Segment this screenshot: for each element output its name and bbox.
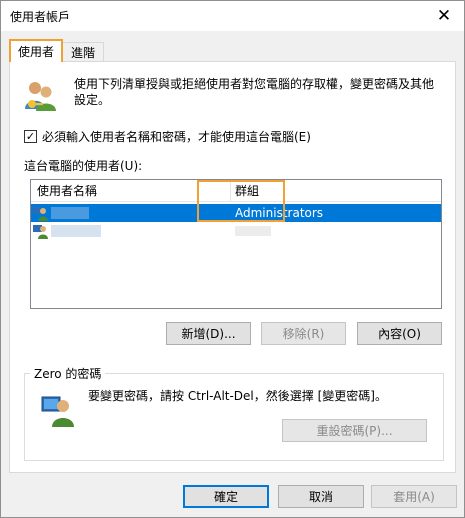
users-icon — [25, 82, 56, 111]
tab-users[interactable]: 使用者 — [9, 39, 63, 62]
tab-advanced-label: 進階 — [70, 46, 95, 60]
user-accounts-window: 使用者帳戶 ✕ 使用者 進階 使用下列清單授與或拒絕使用者對您電腦的存取權，變更… — [0, 0, 465, 518]
apply-button[interactable]: 套用(A) — [371, 485, 457, 508]
table-row[interactable]: Administrators — [31, 204, 441, 222]
user-icon — [33, 207, 48, 221]
password-instructions: 要變更密碼，請按 Ctrl-Alt-Del，然後選擇 [變更密碼]。 — [88, 389, 387, 403]
checkmark-icon: ✓ — [25, 130, 36, 143]
properties-button[interactable]: 內容(O) — [357, 322, 442, 345]
users-tab-panel: 使用下列清單授與或拒絕使用者對您電腦的存取權，變更密碼及其他設定。 ✓ 必須輸入… — [9, 61, 456, 473]
close-icon: ✕ — [436, 6, 452, 26]
user-name-redacted — [51, 225, 101, 237]
user-icon — [33, 225, 48, 239]
computer-user-icon — [41, 396, 74, 427]
remove-user-button[interactable]: 移除(R) — [261, 322, 346, 345]
cancel-button[interactable]: 取消 — [278, 485, 364, 508]
reset-password-button[interactable]: 重設密碼(P)... — [282, 419, 427, 442]
intro-text: 使用下列清單授與或拒絕使用者對您電腦的存取權，變更密碼及其他設定。 — [74, 77, 435, 107]
window-title: 使用者帳戶 — [10, 10, 71, 24]
user-name-redacted — [51, 207, 89, 219]
user-group: Administrators — [235, 206, 324, 220]
column-header-group[interactable]: 群組 — [231, 180, 441, 202]
user-group-redacted — [235, 226, 271, 236]
users-listview[interactable]: 使用者名稱 群組 Administrators — [30, 179, 442, 309]
password-groupbox-title: Zero 的密碼 — [30, 365, 106, 382]
close-button[interactable]: ✕ — [424, 1, 464, 31]
tab-users-label: 使用者 — [17, 45, 54, 59]
ok-button[interactable]: 確定 — [183, 485, 269, 508]
require-password-label[interactable]: 必須輸入使用者名稱和密碼，才能使用這台電腦(E) — [42, 128, 311, 145]
table-row[interactable] — [31, 222, 441, 240]
column-header-name[interactable]: 使用者名稱 — [31, 180, 231, 202]
list-header: 使用者名稱 群組 — [31, 180, 441, 202]
users-list-label: 這台電腦的使用者(U): — [24, 159, 143, 173]
add-user-button[interactable]: 新增(D)... — [166, 322, 251, 345]
require-password-checkbox[interactable]: ✓ — [24, 130, 37, 143]
tab-advanced[interactable]: 進階 — [62, 42, 104, 62]
require-password-row: ✓ 必須輸入使用者名稱和密碼，才能使用這台電腦(E) — [24, 128, 311, 145]
title-bar: 使用者帳戶 ✕ — [1, 1, 464, 31]
